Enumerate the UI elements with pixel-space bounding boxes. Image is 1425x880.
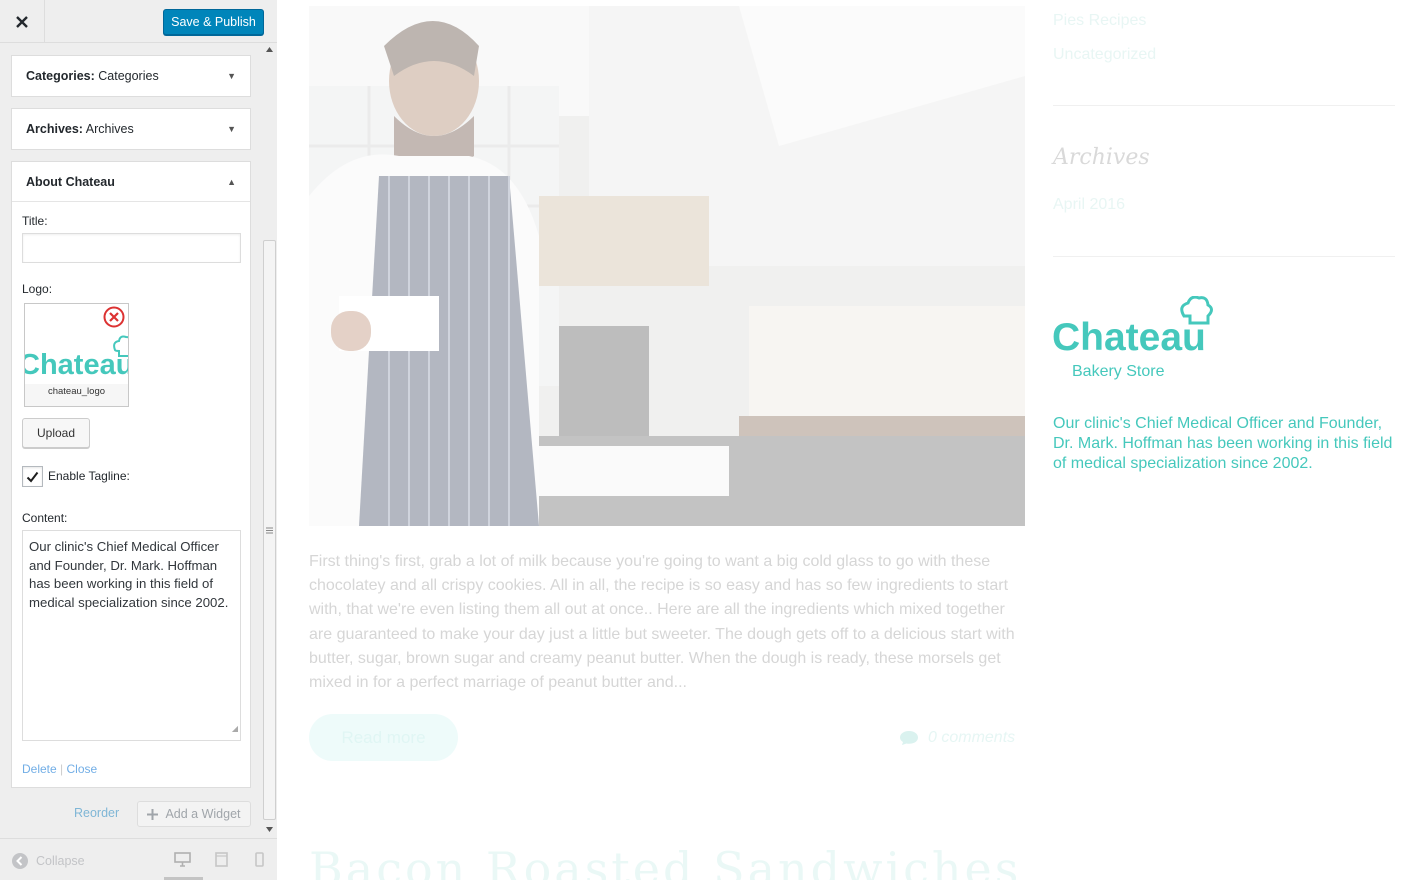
remove-circle-icon <box>103 306 125 328</box>
widget-actions: Delete | Close <box>22 762 97 776</box>
panel-footer: Collapse <box>0 838 277 880</box>
next-post-title[interactable]: Bacon Roasted Sandwiches <box>309 842 1021 880</box>
remove-logo-button[interactable] <box>103 306 125 333</box>
desktop-preview-button[interactable] <box>174 852 191 872</box>
widget-categories-header[interactable]: Categories: Categories ▼ <box>12 56 250 96</box>
widget-about-header[interactable]: About Chateau ▲ <box>12 162 250 202</box>
widget-about-chateau: About Chateau ▲ Title: Logo: Chateau cha… <box>11 161 251 788</box>
add-widget-label: Add a Widget <box>165 807 241 821</box>
tablet-icon <box>215 852 228 867</box>
comments-link[interactable]: 0 comments <box>899 729 1015 747</box>
title-input[interactable] <box>22 233 241 263</box>
title-label: Title: <box>22 214 48 228</box>
collapse-label: Collapse <box>36 854 85 868</box>
action-separator: | <box>56 762 67 776</box>
collapse-button[interactable]: Collapse <box>12 853 85 869</box>
comments-count: 0 comments <box>928 729 1016 746</box>
widget-categories-title: Categories <box>94 69 159 83</box>
checkmark-icon <box>26 471 39 483</box>
widget-categories-key: Categories: <box>26 69 95 83</box>
post-featured-image[interactable] <box>309 6 1025 526</box>
archive-link-april-2016[interactable]: April 2016 <box>1053 196 1125 214</box>
content-label: Content: <box>22 511 68 525</box>
chateau-logo: Chateau <box>1052 295 1222 363</box>
category-link-pies[interactable]: Pies Recipes <box>1053 12 1146 30</box>
enable-tagline-label: Enable Tagline: <box>48 469 130 483</box>
delete-widget-link[interactable]: Delete <box>22 762 57 776</box>
mobile-preview-button[interactable] <box>255 852 264 872</box>
upload-button[interactable]: Upload <box>22 418 90 448</box>
plus-icon <box>147 808 159 820</box>
logo-preview: Chateau chateau_logo <box>24 303 129 407</box>
add-widget-button[interactable]: Add a Widget <box>137 801 251 827</box>
tablet-preview-button[interactable] <box>215 852 228 872</box>
brand-name: Chateau <box>1052 316 1206 358</box>
grip-icon <box>266 527 273 534</box>
about-text: Our clinic's Chief Medical Officer and F… <box>1053 415 1393 472</box>
content-textarea[interactable]: Our clinic's Chief Medical Officer and F… <box>22 530 241 741</box>
enable-tagline-checkbox[interactable] <box>22 466 43 487</box>
scrollbar-thumb[interactable] <box>263 240 276 820</box>
sidebar-divider <box>1053 256 1395 257</box>
comment-bubble-icon <box>900 731 918 745</box>
collapse-arrow-icon <box>12 853 28 869</box>
resize-grip-icon[interactable]: ◢ <box>232 720 238 739</box>
collapse-arrow-icon[interactable]: ▲ <box>227 177 236 187</box>
scroll-up-icon[interactable] <box>266 47 273 52</box>
svg-text:Chateau: Chateau <box>25 349 128 381</box>
widget-archives-key: Archives: <box>26 122 83 136</box>
expand-arrow-icon[interactable]: ▼ <box>227 124 236 134</box>
save-publish-button[interactable]: Save & Publish <box>163 9 264 35</box>
expand-arrow-icon[interactable]: ▼ <box>227 71 236 81</box>
logo-filename: chateau_logo <box>47 386 106 397</box>
widget-archives[interactable]: Archives: Archives ▼ <box>11 108 251 150</box>
widget-archives-header[interactable]: Archives: Archives ▼ <box>12 109 250 149</box>
close-customizer-button[interactable] <box>0 0 45 43</box>
widget-archives-title: Archives <box>82 122 134 136</box>
content-text: Our clinic's Chief Medical Officer and F… <box>29 539 229 610</box>
reorder-link[interactable]: Reorder <box>74 806 119 820</box>
site-preview: First thing's first, grab a lot of milk … <box>278 0 1425 880</box>
sidebar-divider <box>1053 105 1395 106</box>
widget-categories[interactable]: Categories: Categories ▼ <box>11 55 251 97</box>
widget-about-title: About Chateau <box>26 174 115 189</box>
brand-tagline: Bakery Store <box>1072 363 1165 380</box>
post-excerpt: First thing's first, grab a lot of milk … <box>309 553 1015 692</box>
read-more-button[interactable]: Read more <box>309 714 458 761</box>
panel-header: Save & Publish <box>0 0 277 43</box>
mobile-icon <box>255 852 264 867</box>
category-link-uncategorized[interactable]: Uncategorized <box>1053 46 1156 64</box>
customizer-panel: Save & Publish Categories: Categories ▼ … <box>0 0 277 880</box>
scroll-down-icon[interactable] <box>266 827 273 832</box>
desktop-icon <box>174 852 191 867</box>
close-icon <box>16 15 28 28</box>
archives-widget-heading: Archives <box>1053 145 1150 170</box>
logo-label: Logo: <box>22 282 53 296</box>
close-widget-link[interactable]: Close <box>66 762 97 776</box>
